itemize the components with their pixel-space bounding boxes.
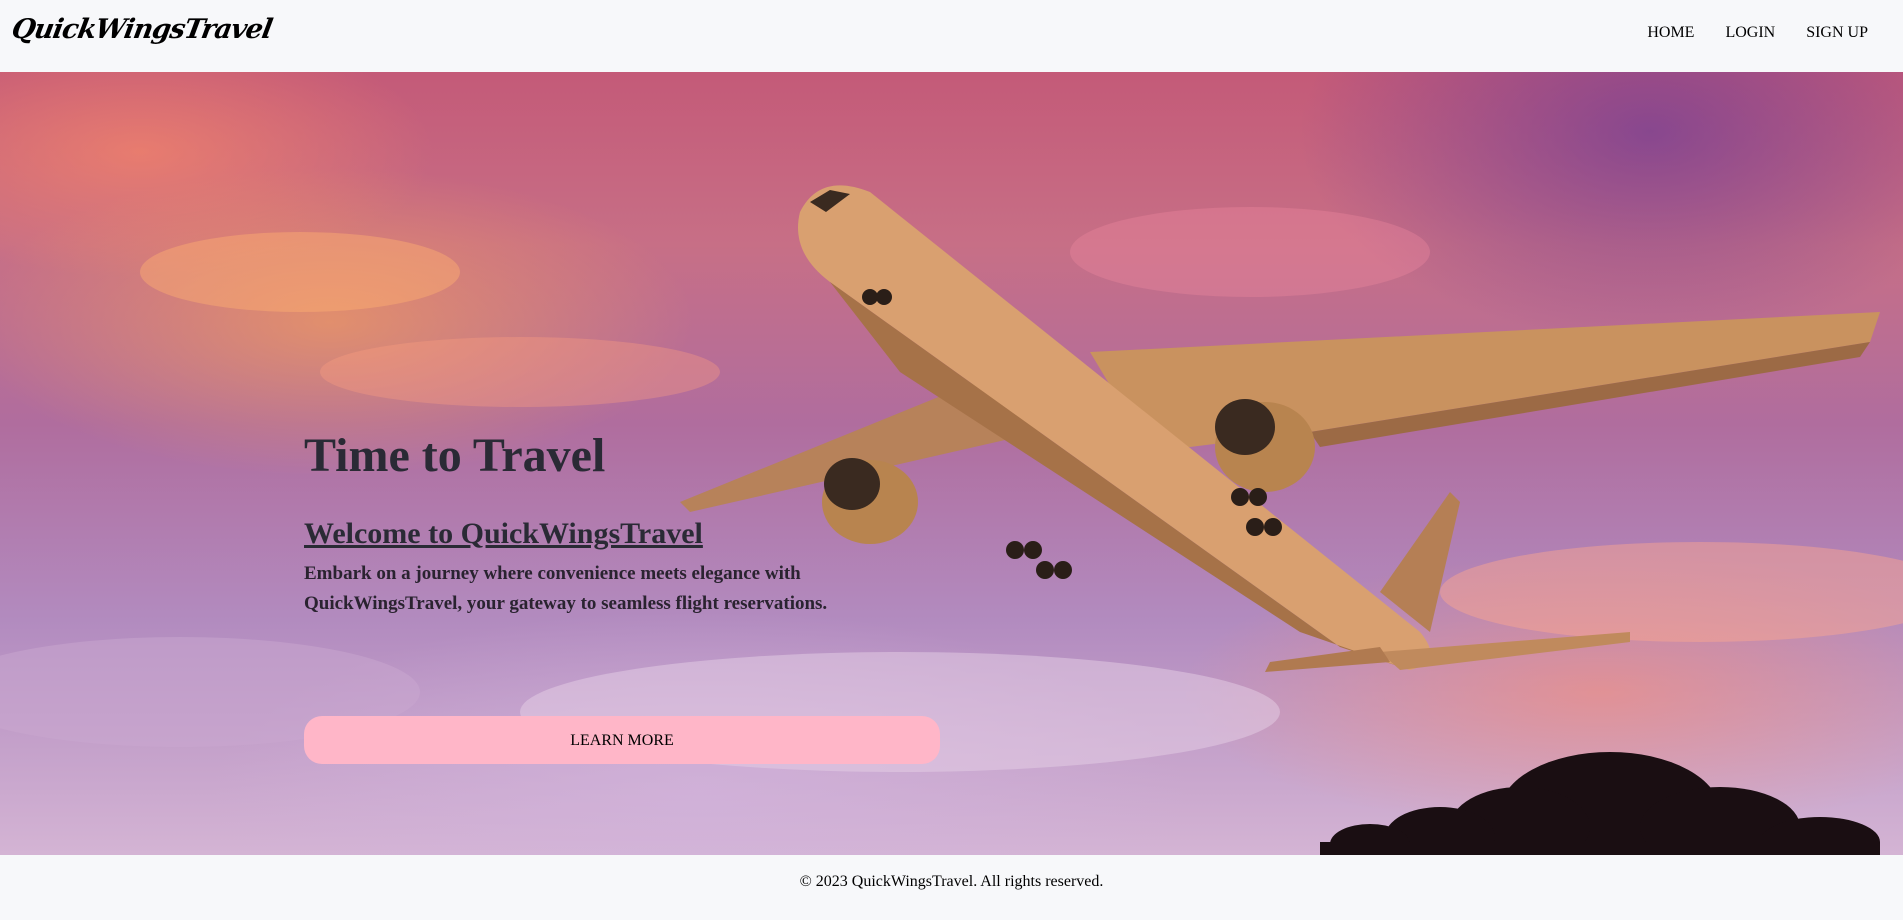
airplane-sunset-image [0, 185, 1903, 855]
hero-title: Time to Travel [304, 429, 606, 482]
nav-links: HOME LOGIN SIGN UP [1647, 24, 1868, 42]
top-navbar: QuickWingsTravel HOME LOGIN SIGN UP [0, 0, 1903, 72]
nav-signup-link[interactable]: SIGN UP [1806, 24, 1868, 42]
footer-copyright: © 2023 QuickWingsTravel. All rights rese… [799, 873, 1104, 890]
hero-subtitle: Welcome to QuickWingsTravel [304, 516, 703, 550]
cloud-shape [320, 337, 720, 407]
cloud-shape [140, 232, 460, 312]
cloud-shape [1440, 542, 1903, 642]
hero-content: Time to Travel Welcome to QuickWingsTrav… [304, 429, 944, 764]
hero-description: Embark on a journey where convenience me… [304, 562, 828, 614]
tree-silhouette [1320, 752, 1880, 855]
nav-home-link[interactable]: HOME [1647, 24, 1694, 42]
learn-more-button[interactable]: LEARN MORE [304, 716, 940, 764]
hero-section: Time to Travel Welcome to QuickWingsTrav… [0, 72, 1903, 855]
footer: © 2023 QuickWingsTravel. All rights rese… [0, 855, 1903, 920]
cloud-shape [1070, 207, 1430, 297]
brand-logo[interactable]: QuickWingsTravel [9, 14, 274, 45]
nav-login-link[interactable]: LOGIN [1725, 24, 1775, 42]
